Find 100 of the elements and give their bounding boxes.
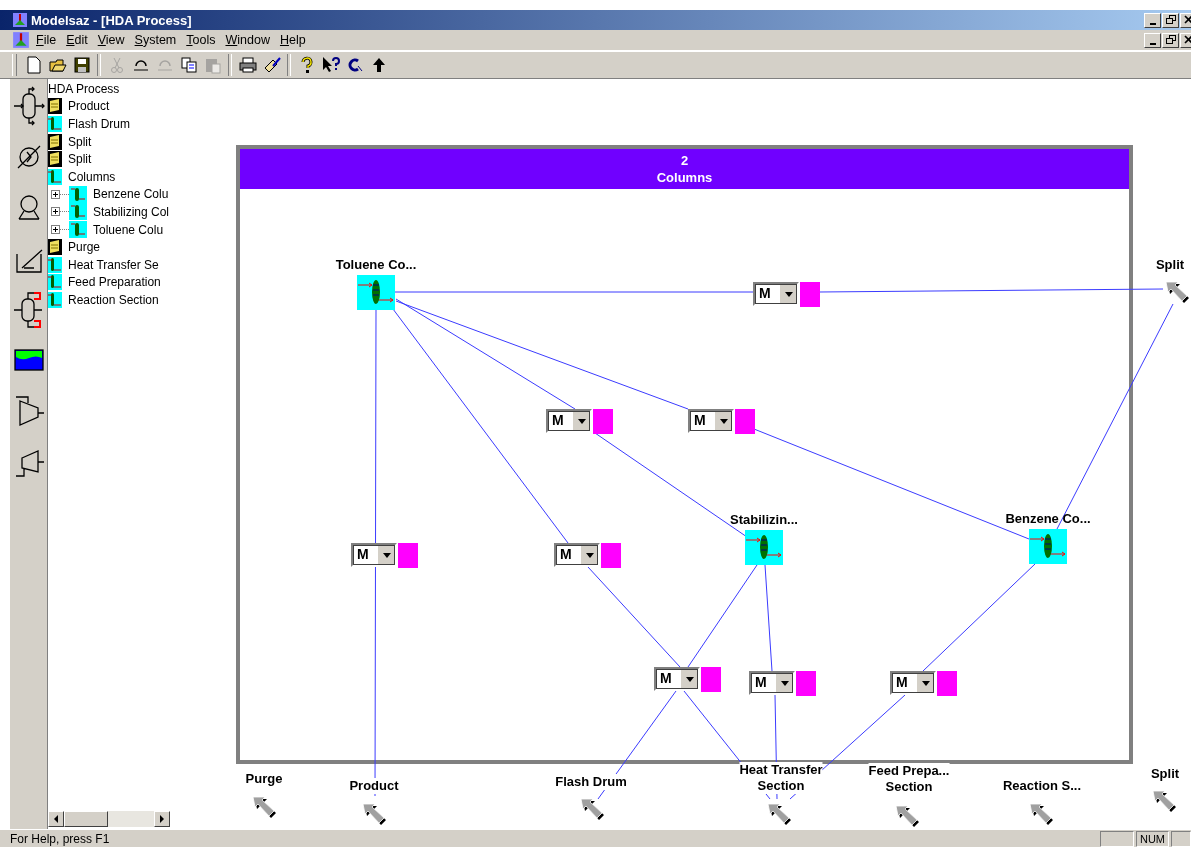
tree-item[interactable]: Purge <box>68 240 101 255</box>
menu-item[interactable]: Window <box>221 33 274 47</box>
copy-icon <box>179 56 198 74</box>
mixer-dropdown[interactable]: M <box>753 282 799 306</box>
menu-item[interactable]: System <box>130 33 181 47</box>
column-icon[interactable] <box>357 275 395 310</box>
folder-icon <box>48 239 62 256</box>
tree-item[interactable]: Reaction Section <box>68 292 159 307</box>
mixer-dropdown[interactable]: M <box>749 671 795 695</box>
wizard-icon <box>262 56 281 74</box>
menu-item[interactable]: File <box>32 33 61 47</box>
mixer-swatch <box>398 543 418 568</box>
mixer-dropdown[interactable]: M <box>351 543 397 567</box>
subwindow-title: Columns <box>656 169 713 186</box>
port-label: Heat Transfer Section <box>739 762 823 794</box>
column-icon[interactable] <box>1029 529 1067 564</box>
column-icon <box>48 116 62 132</box>
context-help-icon <box>321 56 340 74</box>
folder-icon <box>48 98 62 115</box>
expand-icon[interactable] <box>51 189 60 199</box>
folder-icon <box>48 133 62 150</box>
dropdown-arrow-icon[interactable] <box>719 418 728 424</box>
status-pane <box>1171 830 1191 847</box>
print-icon <box>238 56 257 74</box>
restore-button[interactable] <box>1162 32 1179 48</box>
tree-item[interactable]: Split <box>68 152 92 167</box>
column-icon <box>69 185 87 203</box>
column-icon <box>48 168 62 185</box>
column-icon[interactable] <box>745 530 783 565</box>
tree-item[interactable]: HDA Process <box>48 81 120 96</box>
folder-icon <box>48 151 62 168</box>
node-label: Benzene Co... <box>1005 511 1091 526</box>
dropdown-arrow-icon[interactable] <box>780 680 789 686</box>
status-indicator: NUM <box>1135 830 1169 847</box>
column-icon <box>48 256 62 273</box>
restore-icon <box>1165 35 1176 45</box>
mixer-dropdown[interactable]: M <box>554 543 600 567</box>
tree-item[interactable]: Columns <box>68 169 116 184</box>
port-label: Split <box>1150 766 1180 782</box>
save-icon <box>72 56 91 74</box>
close-icon <box>1183 35 1191 45</box>
left-arrow-icon[interactable] <box>53 815 59 823</box>
minimize-button[interactable] <box>1144 12 1161 28</box>
mixer-swatch <box>796 671 816 696</box>
column-icon <box>48 274 62 291</box>
dropdown-arrow-icon[interactable] <box>577 418 586 424</box>
mixer-swatch <box>800 282 820 307</box>
column-icon <box>69 221 87 239</box>
dropdown-arrow-icon[interactable] <box>382 552 391 558</box>
mixer-swatch <box>593 409 613 434</box>
expand-icon[interactable] <box>51 225 60 235</box>
mixer-swatch <box>937 671 957 696</box>
expand-icon[interactable] <box>51 207 60 217</box>
dropdown-arrow-icon[interactable] <box>921 680 930 686</box>
subwindow-count: 2 <box>680 152 689 169</box>
app-icon <box>12 12 28 28</box>
port-label: Purge <box>245 771 283 787</box>
minimize-icon <box>1149 22 1156 25</box>
tree-item[interactable]: Stabilizing Col <box>93 204 170 219</box>
dropdown-arrow-icon[interactable] <box>784 291 793 297</box>
open-icon <box>48 56 67 74</box>
minimize-button[interactable] <box>1144 32 1161 48</box>
mixer-dropdown[interactable]: M <box>688 409 734 433</box>
menu-item[interactable]: View <box>93 33 129 47</box>
port-label: Product <box>349 778 399 794</box>
app-icon <box>12 31 30 49</box>
tree-item[interactable]: Split <box>68 134 92 149</box>
close-icon <box>1183 15 1191 25</box>
tree-item[interactable]: Flash Drum <box>68 117 130 131</box>
tree-item[interactable]: Heat Transfer Se <box>68 257 159 272</box>
column-icon <box>69 203 87 221</box>
port-label: Split <box>1155 257 1185 273</box>
menu-item[interactable]: Tools <box>182 33 220 47</box>
horizontal-scrollbar[interactable] <box>48 811 170 827</box>
minimize-icon <box>1149 42 1156 45</box>
column-tool-icon[interactable] <box>11 85 46 127</box>
dropdown-arrow-icon[interactable] <box>585 552 594 558</box>
right-arrow-icon[interactable] <box>159 815 165 823</box>
restore-button[interactable] <box>1162 12 1179 28</box>
mixer-dropdown[interactable]: M <box>890 671 936 695</box>
mixer-swatch <box>601 543 621 568</box>
paste-icon <box>203 56 222 74</box>
tree-item[interactable]: Toluene Colu <box>93 222 164 237</box>
mixer-swatch <box>735 409 755 434</box>
menu-item[interactable]: Help <box>275 33 310 47</box>
tree-item[interactable]: Product <box>68 99 110 114</box>
window-title: Modelsaz - [HDA Process] <box>31 12 192 28</box>
node-label: Toluene Co... <box>335 257 417 272</box>
mixer-dropdown[interactable]: M <box>654 667 700 691</box>
node-label: Stabilizin... <box>730 512 798 527</box>
dropdown-arrow-icon[interactable] <box>685 676 694 682</box>
tree-item[interactable]: Feed Preparation <box>68 275 161 290</box>
new-icon <box>24 56 43 74</box>
tree-item[interactable]: Benzene Colu <box>93 187 169 202</box>
status-pane <box>1099 830 1134 847</box>
mixer-dropdown[interactable]: M <box>546 409 592 433</box>
menu-item[interactable]: Edit <box>62 33 92 47</box>
column-icon <box>48 291 62 308</box>
print-button[interactable] <box>236 54 259 76</box>
mixer-swatch <box>701 667 721 692</box>
